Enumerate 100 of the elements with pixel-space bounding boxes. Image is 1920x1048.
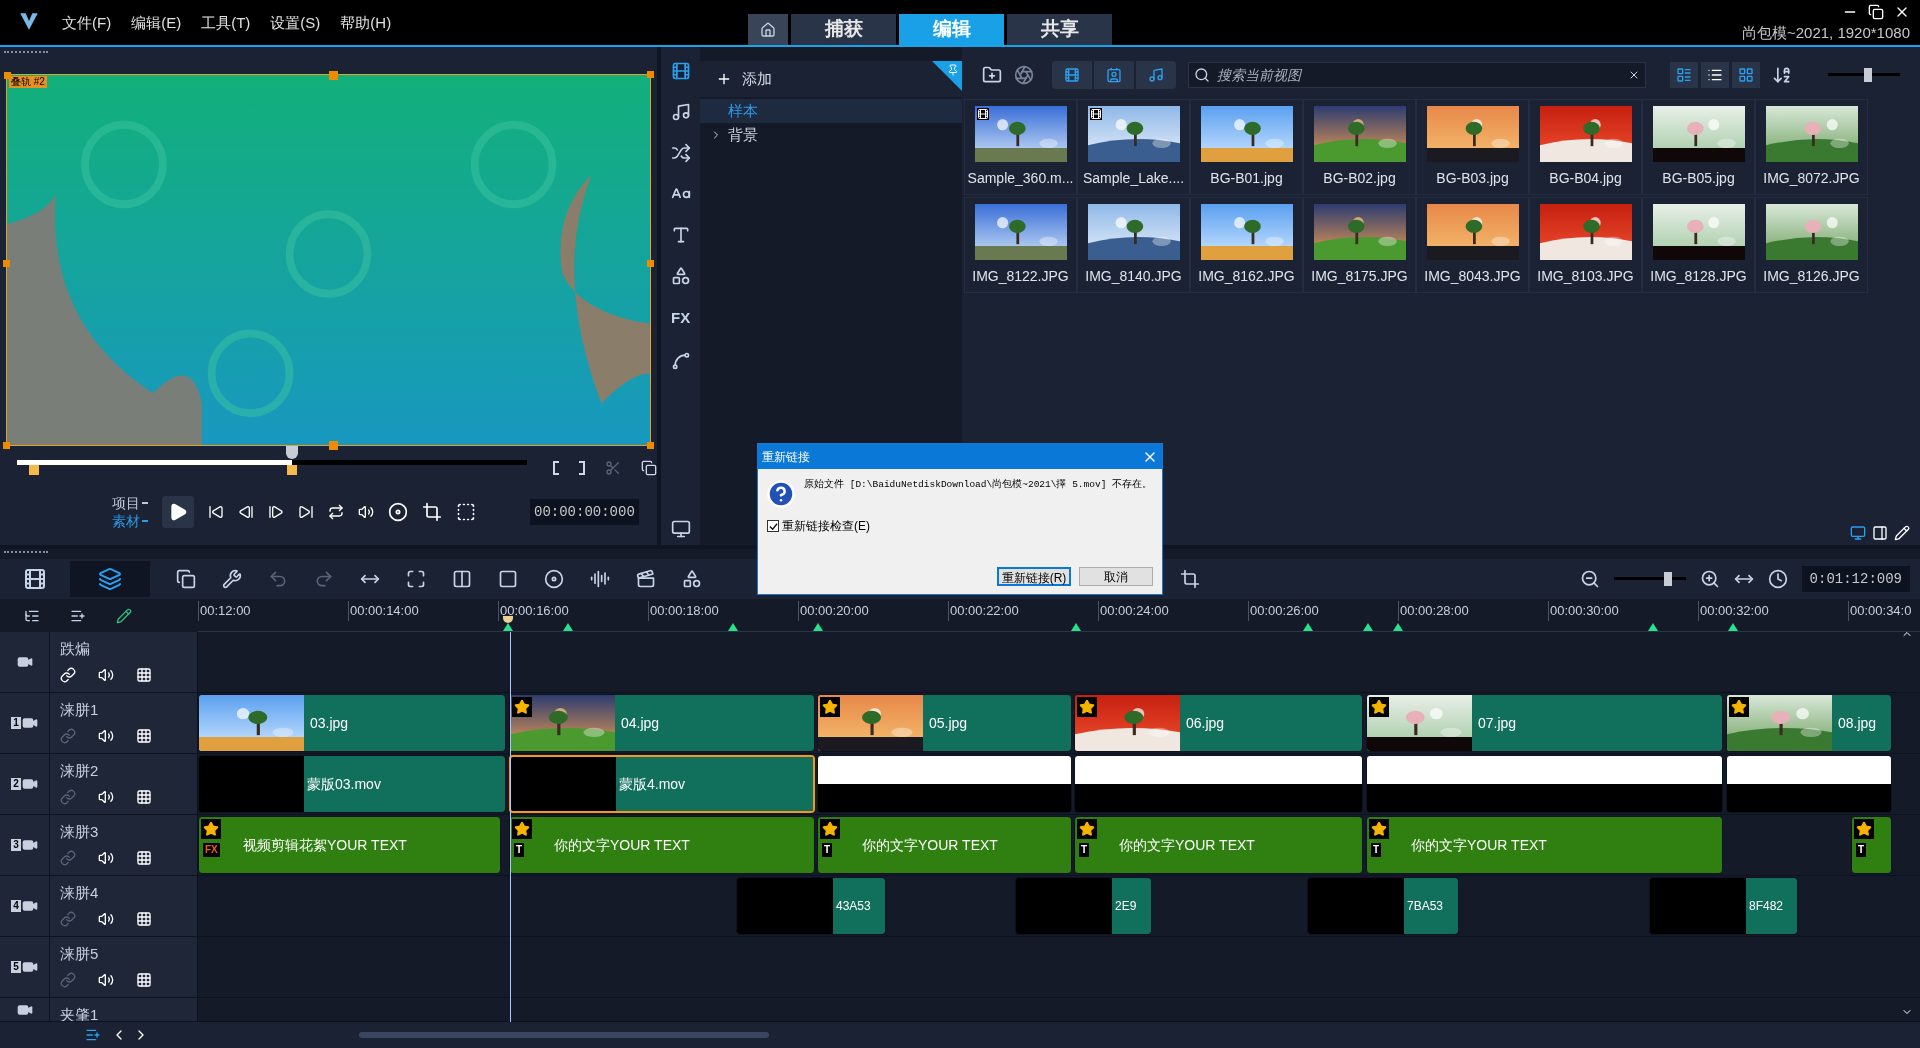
title-clip[interactable]: T	[1851, 816, 1892, 874]
dialog-button[interactable]: 取消	[1079, 567, 1153, 586]
ruler-label: 00:00:22:00	[948, 601, 1019, 621]
ruler-label: 00:00:28:00	[1398, 601, 1469, 621]
track-number: 4	[11, 900, 21, 912]
media-thumbnail[interactable]: BG-B02.jpg	[1303, 99, 1416, 195]
file-name[interactable]: IMG_8122.JPG	[972, 266, 1069, 287]
media-thumbnail[interactable]: Sample_Lake....	[1077, 99, 1190, 195]
dialog-title: 重新链接	[762, 448, 810, 466]
clip-label: 你的文字YOUR TEXT	[1119, 835, 1255, 855]
media-thumbnail[interactable]: IMG_8103.JPG	[1529, 197, 1642, 293]
file-name[interactable]: BG-B01.jpg	[1210, 168, 1283, 189]
file-name[interactable]: BG-B05.jpg	[1662, 168, 1735, 189]
checkbox-label[interactable]: 重新链接检查(E)	[782, 517, 870, 535]
file-name[interactable]: IMG_8043.JPG	[1424, 266, 1521, 287]
track-name: 涞胼2	[60, 761, 100, 781]
file-name[interactable]: IMG_8175.JPG	[1311, 266, 1408, 287]
clip-label: 8F482	[1746, 878, 1797, 934]
ruler-label: 00:00:26:00	[1248, 601, 1319, 621]
dialog-message: 原始文件 [D:\BaiduNetdiskDownload\尚包模~2021\擇 5.mov] 不存在。	[804, 479, 1154, 492]
track-name: 涞胼1	[60, 700, 100, 720]
mask-clip[interactable]: 7BA53	[1307, 877, 1459, 935]
media-thumbnail[interactable]: BG-B04.jpg	[1529, 99, 1642, 195]
track-number: 3	[11, 839, 21, 851]
video-clip[interactable]: 06.jpg	[1074, 694, 1363, 752]
file-name[interactable]: BG-B04.jpg	[1549, 168, 1622, 189]
track-name: 跌煸	[60, 639, 91, 659]
media-thumbnail[interactable]: BG-B01.jpg	[1190, 99, 1303, 195]
mode-option[interactable]: 项目	[112, 494, 140, 512]
file-name[interactable]: Sample_Lake....	[1082, 168, 1185, 189]
menu-item[interactable]: 帮助(H)	[340, 12, 392, 35]
track-number: 1	[11, 717, 21, 729]
menu-item[interactable]: 设置(S)	[270, 12, 321, 35]
file-name[interactable]: IMG_8103.JPG	[1537, 266, 1634, 287]
clip-label: 2E9	[1112, 878, 1151, 934]
search-field[interactable]: 搜索当前视图	[1188, 62, 1646, 88]
menu-item[interactable]: 编辑(E)	[131, 12, 182, 35]
ruler-label: 00:00:30:00	[1548, 601, 1619, 621]
file-name[interactable]: IMG_8162.JPG	[1198, 266, 1295, 287]
clip-label: 05.jpg	[929, 713, 968, 733]
media-thumbnail[interactable]: IMG_8175.JPG	[1303, 197, 1416, 293]
title-clip[interactable]: T 你的文字YOUR TEXT	[817, 816, 1072, 874]
file-name[interactable]: IMG_8128.JPG	[1650, 266, 1747, 287]
media-thumbnail[interactable]: Sample_360.m...	[964, 99, 1077, 195]
media-thumbnail[interactable]: IMG_8072.JPG	[1755, 99, 1868, 195]
folder-item[interactable]: 背景	[700, 123, 962, 147]
ruler-label: 00:12:00	[198, 601, 251, 621]
mask-clip[interactable]: 蒙版4.mov	[509, 755, 815, 813]
media-thumbnail[interactable]: IMG_8162.JPG	[1190, 197, 1303, 293]
title-clip[interactable]: T 你的文字YOUR TEXT	[509, 816, 815, 874]
media-thumbnail[interactable]: BG-B03.jpg	[1416, 99, 1529, 195]
file-name[interactable]: IMG_8126.JPG	[1763, 266, 1860, 287]
timecode-field[interactable]: 00:00:00:000	[530, 499, 639, 525]
title-clip[interactable]: T 你的文字YOUR TEXT	[1074, 816, 1363, 874]
title-clip[interactable]: FX 视频剪辑花絮YOUR TEXT	[198, 816, 501, 874]
menu-item[interactable]: 文件(F)	[62, 12, 112, 35]
file-name[interactable]: Sample_360.m...	[967, 168, 1074, 189]
workspace-tab[interactable]: 捕获	[791, 14, 896, 45]
clip-label: 03.jpg	[310, 713, 349, 733]
dialog-button[interactable]: 重新链接(R)	[997, 567, 1071, 586]
media-thumbnail[interactable]: BG-B05.jpg	[1642, 99, 1755, 195]
video-clip[interactable]: 07.jpg	[1366, 694, 1723, 752]
clip-label: 7BA53	[1404, 878, 1458, 934]
video-clip[interactable]: 04.jpg	[509, 694, 815, 752]
folder-item[interactable]: 样本	[700, 99, 962, 123]
ruler-label: 00:00:20:00	[798, 601, 869, 621]
title-clip[interactable]: T 你的文字YOUR TEXT	[1366, 816, 1723, 874]
video-clip[interactable]: 08.jpg	[1726, 694, 1892, 752]
ruler-label: 00:00:14:00	[348, 601, 419, 621]
ruler-label: 00:00:24:00	[1098, 601, 1169, 621]
ruler-label: 00:00:34:0	[1848, 601, 1912, 621]
track-number: 5	[11, 961, 21, 973]
file-name[interactable]: IMG_8072.JPG	[1763, 168, 1860, 189]
video-clip[interactable]: 05.jpg	[817, 694, 1072, 752]
ruler-label: 00:00:32:00	[1698, 601, 1769, 621]
mode-option[interactable]: 素材	[112, 512, 140, 530]
file-name[interactable]: BG-B02.jpg	[1323, 168, 1396, 189]
clip-label: 06.jpg	[1186, 713, 1225, 733]
video-clip[interactable]: 03.jpg	[198, 694, 506, 752]
clip-type-badge: FX	[203, 843, 220, 857]
media-thumbnail[interactable]: IMG_8126.JPG	[1755, 197, 1868, 293]
ruler-label: 00:00:18:00	[648, 601, 719, 621]
media-thumbnail[interactable]: IMG_8043.JPG	[1416, 197, 1529, 293]
file-name[interactable]: IMG_8140.JPG	[1085, 266, 1182, 287]
media-thumbnail[interactable]: IMG_8140.JPG	[1077, 197, 1190, 293]
mask-clip[interactable]: 蒙版03.mov	[198, 755, 506, 813]
file-name[interactable]: BG-B03.jpg	[1436, 168, 1509, 189]
mask-clip[interactable]: 8F482	[1649, 877, 1798, 935]
track-label: 叠轨 #2	[9, 76, 47, 88]
mask-clip[interactable]: 2E9	[1015, 877, 1152, 935]
menu-item[interactable]: 工具(T)	[201, 12, 251, 35]
workspace-tab[interactable]: 共享	[1007, 14, 1112, 45]
track-name: 涞胼3	[60, 822, 100, 842]
media-thumbnail[interactable]: IMG_8128.JPG	[1642, 197, 1755, 293]
media-thumbnail[interactable]: IMG_8122.JPG	[964, 197, 1077, 293]
mask-clip[interactable]: 43A53	[736, 877, 886, 935]
clip-type-badge: T	[1079, 843, 1090, 857]
filter-tab[interactable]: FX	[671, 307, 691, 330]
clip-label: 你的文字YOUR TEXT	[554, 835, 690, 855]
add-folder-button[interactable]: 添加	[742, 67, 773, 91]
